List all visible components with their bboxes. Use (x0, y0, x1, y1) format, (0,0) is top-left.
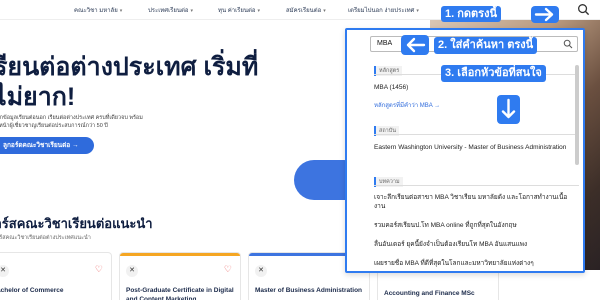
article-result[interactable]: ลื่นอันเดอร์ ยุคนี้ยังจำเป็นต้องเรียนโท … (374, 240, 574, 249)
nav-item-prepare[interactable]: เตรียมไปนอก ง่ายประเทศ ▾ (348, 5, 419, 15)
courses-heading: อร์สคณะวิชาเรียนต่อแนะนำ (0, 216, 153, 231)
arrow-right-icon (531, 6, 559, 23)
nav-item-apply[interactable]: สมัครเรียนต่อ ▾ (286, 5, 326, 15)
heart-icon[interactable]: ♡ (95, 264, 103, 275)
article-result[interactable]: เจาะลึกเรียนต่อสาขา MBA วิชาเรียน มหาลัย… (374, 193, 574, 211)
close-icon[interactable]: ✕ (255, 265, 267, 277)
course-card[interactable]: ✕ ♡ Post-Graduate Certificate in Digital… (119, 252, 241, 300)
divider (374, 134, 579, 135)
courses-subheading: อร์สคณะวิชาเรียนต่อต่างประเทศแนะนำ (0, 235, 91, 241)
step2-callout: 2. ใส่คำค้นหา ตรงนี้ (434, 37, 538, 54)
step1-callout: 1. กดตรงนี้ (441, 6, 501, 22)
chevron-down-icon: ▾ (190, 8, 193, 14)
search-icon[interactable] (577, 3, 590, 16)
card-title: achelor of Commerce (0, 287, 64, 294)
nav-item-country[interactable]: ประเทศเรียนต่อ ▾ (148, 5, 193, 15)
hero-subtitle: ทุกข้อมูลเรียนต่อนอก เรียนต่อต่างประเทศ … (0, 115, 143, 129)
close-icon[interactable]: ✕ (126, 265, 138, 277)
heart-icon[interactable]: ♡ (224, 264, 232, 275)
article-result[interactable]: รวมคอร์สเรียนป.โท MBA online ที่ถูกที่สุ… (374, 221, 574, 230)
card-accent-bar (120, 253, 240, 256)
card-title: Accounting and Finance MSc (384, 290, 475, 297)
explore-courses-button[interactable]: ลูกอร์ดคณะวิชาเรียนต่อ → (0, 137, 94, 154)
article-result[interactable]: เผยรายชื่อ MBA ที่ดีที่สุดในโลกและมหาวิท… (374, 259, 574, 268)
chevron-down-icon: ▾ (323, 8, 326, 14)
nav-item-faculty[interactable]: คณะวิชา มหาลัย ▾ (74, 5, 122, 15)
scrollbar[interactable] (575, 65, 579, 165)
hero-title: รียนต่อต่างประเทศ เริ่มที่ ไม่ยาก! (0, 53, 259, 111)
search-query: MBA (377, 40, 393, 47)
card-accent-bar (0, 253, 111, 256)
card-title: Post-Graduate Certificate in Digital and… (126, 287, 234, 300)
course-result[interactable]: MBA (1456) (374, 83, 574, 92)
close-icon[interactable]: ✕ (0, 265, 9, 277)
top-navigation: คณะวิชา มหาลัย ▾ ประเทศเรียนต่อ ▾ ทุน ค่าเ… (0, 0, 600, 20)
nav-item-scholarship[interactable]: ทุน ค่าเรียนต่อ ▾ (218, 5, 260, 15)
institute-result[interactable]: Eastern Washington University - Master o… (374, 143, 574, 152)
search-icon[interactable] (563, 39, 573, 49)
chevron-down-icon: ▾ (257, 8, 261, 14)
chevron-down-icon: ▾ (416, 8, 419, 14)
course-card[interactable]: ✕ ♡ achelor of Commerce (0, 252, 112, 300)
arrow-down-icon (497, 95, 520, 124)
more-courses-link[interactable]: หลักสูตรที่มีคำว่า MBA → (374, 102, 574, 111)
step3-callout: 3. เลือกหัวข้อที่สนใจ (441, 65, 546, 82)
divider (374, 185, 579, 186)
card-title: Master of Business Administration (255, 287, 363, 294)
chevron-down-icon: ▾ (119, 8, 123, 14)
arrow-left-icon (401, 35, 429, 55)
